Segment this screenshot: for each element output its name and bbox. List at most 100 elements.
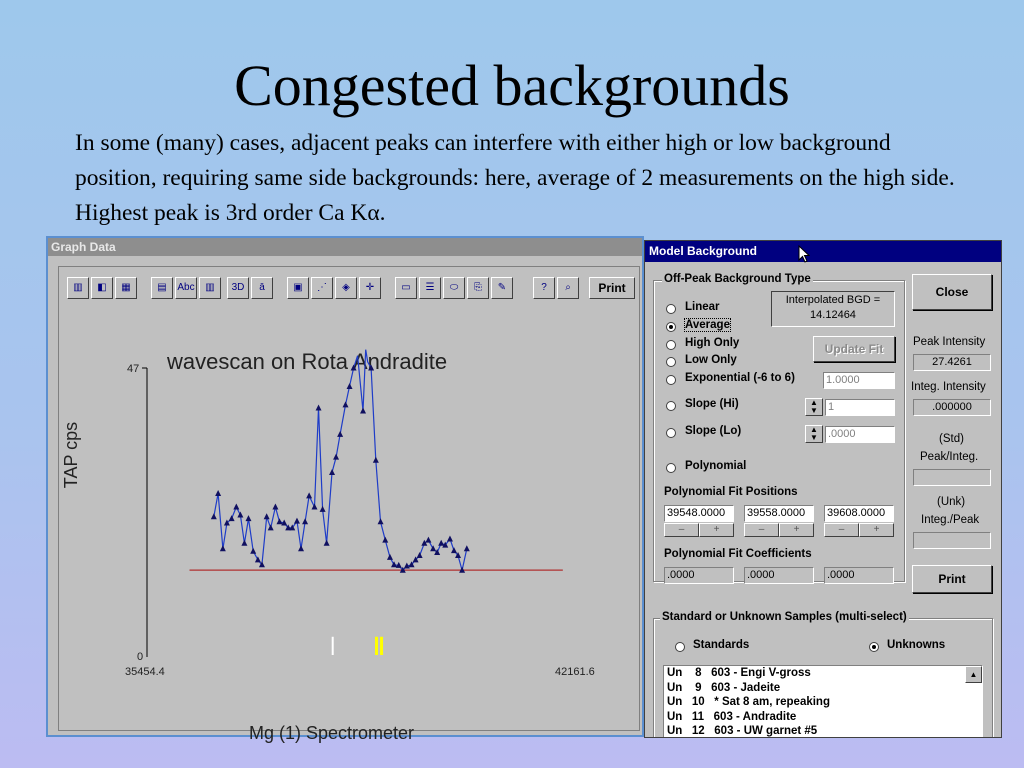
poly-position-3-minus[interactable]: – xyxy=(824,523,859,537)
data-point xyxy=(319,505,326,512)
list-item[interactable]: Un 8 603 - Engi V-gross xyxy=(664,666,982,681)
peak-integ-value xyxy=(913,469,991,486)
mouse-cursor-icon xyxy=(798,245,810,263)
scroll-up-arrow-icon[interactable]: ▲ xyxy=(965,666,982,683)
slope-hi-spinner[interactable]: ▲ ▼ xyxy=(805,398,823,416)
update-fit-button[interactable]: Update Fit xyxy=(813,336,895,362)
list-item[interactable]: Un 11 603 - Andradite xyxy=(664,710,982,725)
data-point xyxy=(360,407,367,414)
integ-peak-label: Integ./Peak xyxy=(921,514,980,526)
data-point xyxy=(382,536,389,543)
data-point xyxy=(372,456,379,463)
dialog-title: Model Background xyxy=(649,244,758,258)
option-linear-label: Linear xyxy=(685,301,720,313)
poly-position-3-plus[interactable]: + xyxy=(859,523,894,537)
dialog-print-button[interactable]: Print xyxy=(912,565,992,593)
radio-average[interactable] xyxy=(666,322,676,332)
poly-position-1-input[interactable]: 39548.0000 xyxy=(664,505,734,522)
poly-positions-label: Polynomial Fit Positions xyxy=(664,486,798,498)
data-point xyxy=(451,547,458,554)
radio-linear[interactable] xyxy=(666,304,676,314)
graph-panel: ▥ ◧ ▦ ▤ Abc ▥ 3D ā ▣ ⋰ ◈ ✛ ▭ ☰ ⬭ ⎘ ✎? ⌕ Print wavescan on… xyxy=(58,266,640,743)
series-line xyxy=(213,349,468,572)
option-slope-lo-label: Slope (Lo) xyxy=(685,425,742,437)
unk-label: (Unk) xyxy=(937,496,966,508)
option-polynomial-label: Polynomial xyxy=(685,460,747,472)
data-point xyxy=(346,382,353,389)
option-high-only-label: High Only xyxy=(685,337,740,349)
exponential-input[interactable]: 1.0000 xyxy=(823,372,895,389)
radio-low-only[interactable] xyxy=(666,357,676,367)
poly-coeff-2: .0000 xyxy=(744,567,814,584)
data-point xyxy=(350,364,357,371)
data-point xyxy=(337,430,344,437)
poly-position-2-input[interactable]: 39558.0000 xyxy=(744,505,814,522)
radio-unknowns[interactable] xyxy=(869,642,879,652)
integ-intensity-value: .000000 xyxy=(913,399,991,416)
slide-body-text: In some (many) cases, adjacent peaks can… xyxy=(75,130,955,226)
offpeak-group-label: Off-Peak Background Type xyxy=(662,273,813,285)
poly-coeff-3: .0000 xyxy=(824,567,894,584)
data-point xyxy=(438,539,445,546)
unknowns-label: Unknowns xyxy=(887,639,946,651)
data-point xyxy=(302,518,309,525)
poly-position-2-plus[interactable]: + xyxy=(779,523,814,537)
data-point xyxy=(342,401,349,408)
graph-data-window: Graph Data ▥ ◧ ▦ ▤ Abc ▥ 3D ā ▣ ⋰ ◈ ✛ ▭ ☰ ⬭ ⎘ ✎? ⌕ Print … xyxy=(46,236,644,743)
data-point xyxy=(293,517,300,524)
data-point xyxy=(298,545,305,552)
radio-exponential[interactable] xyxy=(666,375,676,385)
poly-position-2-minus[interactable]: – xyxy=(744,523,779,537)
data-point xyxy=(241,539,248,546)
samples-group-label: Standard or Unknown Samples (multi-selec… xyxy=(660,611,909,623)
data-point xyxy=(463,545,470,552)
slope-lo-spinner[interactable]: ▲ ▼ xyxy=(805,425,823,443)
data-point xyxy=(416,552,423,559)
slope-hi-input[interactable]: 1 xyxy=(825,399,895,416)
data-point xyxy=(233,503,240,510)
dialog-titlebar[interactable]: Model Background xyxy=(645,241,1001,263)
poly-position-1-minus[interactable]: – xyxy=(664,523,699,537)
data-point xyxy=(263,513,270,520)
data-point xyxy=(306,492,313,499)
data-point xyxy=(272,503,279,510)
data-point xyxy=(333,453,340,460)
data-point xyxy=(245,515,252,522)
integ-intensity-label: Integ. Intensity xyxy=(911,381,986,393)
data-point xyxy=(228,515,235,522)
poly-coeffs-label: Polynomial Fit Coefficients xyxy=(664,548,812,560)
peak-intensity-label: Peak Intensity xyxy=(913,336,986,348)
data-point xyxy=(329,469,336,476)
data-point xyxy=(254,556,261,563)
poly-coeff-1: .0000 xyxy=(664,567,734,584)
data-point xyxy=(446,535,453,542)
graph-window-titlebar[interactable]: Graph Data xyxy=(48,238,642,256)
model-background-dialog: Model Background Off-Peak Background Typ… xyxy=(644,240,1002,738)
option-exponential-label: Exponential (-6 to 6) xyxy=(685,372,795,384)
radio-polynomial[interactable] xyxy=(666,463,676,473)
radio-standards[interactable] xyxy=(675,642,685,652)
list-item[interactable]: Un 10 * Sat 8 am, repeaking xyxy=(664,695,982,710)
samples-listbox[interactable]: Un 8 603 - Engi V-gross Un 9 603 - Jadei… xyxy=(663,665,983,737)
std-label: (Std) xyxy=(939,433,964,445)
close-button[interactable]: Close xyxy=(912,274,992,310)
option-low-only-label: Low Only xyxy=(685,354,737,366)
data-point xyxy=(386,553,393,560)
slope-lo-input[interactable]: .0000 xyxy=(825,426,895,443)
poly-position-3-input[interactable]: 39608.0000 xyxy=(824,505,894,522)
peak-intensity-value: 27.4261 xyxy=(913,354,991,371)
list-item[interactable]: Un 12 603 - UW garnet #5 xyxy=(664,724,982,737)
list-item[interactable]: Un 9 603 - Jadeite xyxy=(664,681,982,696)
data-point xyxy=(210,513,217,520)
peak-integ-label: Peak/Integ. xyxy=(920,451,979,463)
data-point xyxy=(323,539,330,546)
interpolated-bgd-display: Interpolated BGD = 14.12464 xyxy=(771,291,895,327)
slide-title: Congested backgrounds xyxy=(234,53,790,118)
integ-peak-value xyxy=(913,532,991,549)
radio-high-only[interactable] xyxy=(666,340,676,350)
radio-slope-lo[interactable] xyxy=(666,428,676,438)
data-point xyxy=(276,518,283,525)
radio-slope-hi[interactable] xyxy=(666,401,676,411)
poly-position-1-plus[interactable]: + xyxy=(699,523,734,537)
data-point xyxy=(315,404,322,411)
